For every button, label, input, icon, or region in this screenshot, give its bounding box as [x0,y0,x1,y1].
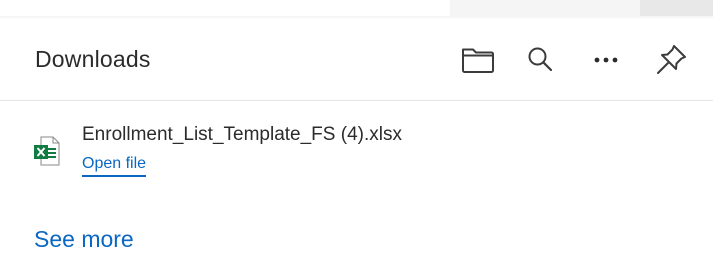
search-downloads-button[interactable] [520,40,560,80]
downloads-panel: Downloads Enrollment_List_Template_FS (4… [0,0,713,275]
top-strip-tab-active [640,0,713,17]
top-strip-shadow [0,16,713,19]
top-strip [0,0,713,20]
excel-file-icon [34,136,60,166]
search-icon [528,47,553,72]
header-divider [0,100,713,101]
file-name[interactable]: Enrollment_List_Template_FS (4).xlsx [82,124,402,146]
more-options-button[interactable] [586,40,626,80]
downloads-header: Downloads [0,20,713,100]
open-file-link[interactable]: Open file [82,155,147,177]
pin-icon [657,45,686,74]
open-downloads-folder-button[interactable] [458,40,498,80]
download-item[interactable]: Enrollment_List_Template_FS (4).xlsx Ope… [20,112,700,188]
panel-title: Downloads [35,46,151,72]
folder-icon [462,48,494,73]
pin-downloads-button[interactable] [651,40,691,80]
more-options-icon [594,57,618,63]
see-more-link[interactable]: See more [34,226,134,253]
